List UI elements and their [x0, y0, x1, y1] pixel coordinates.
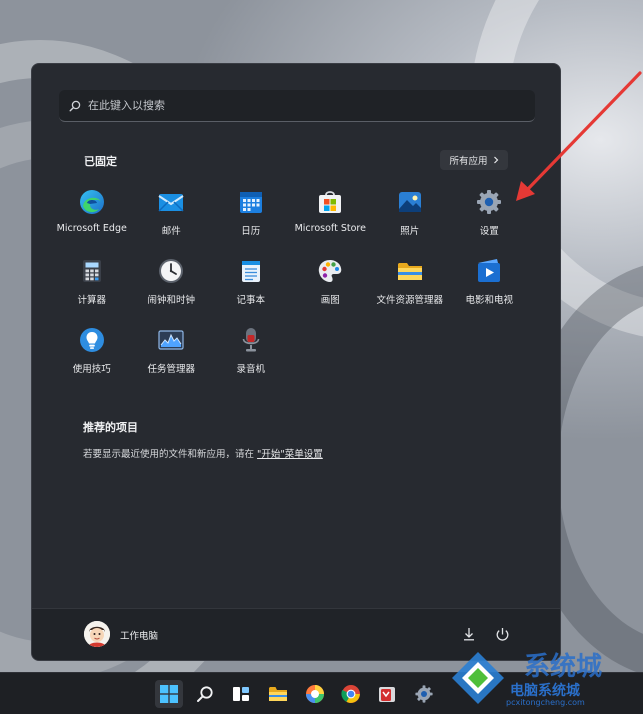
taskbar-file-explorer[interactable] [264, 680, 292, 708]
app-label: Microsoft Edge [56, 223, 127, 234]
avatar[interactable] [84, 621, 110, 647]
all-apps-button[interactable]: 所有应用 [440, 150, 508, 170]
taskbar-app-red[interactable] [373, 680, 401, 708]
search-icon [69, 100, 81, 112]
app-task-manager[interactable]: 任务管理器 [132, 322, 212, 391]
app-label: 照片 [400, 226, 420, 237]
app-label: 录音机 [236, 364, 265, 375]
start-menu: 已固定 所有应用 Microsoft Edge 邮件 [31, 63, 561, 661]
photos-icon [398, 192, 421, 212]
app-label: 计算器 [77, 295, 106, 306]
start-settings-link[interactable]: "开始"菜单设置 [257, 449, 323, 460]
mail-icon [158, 194, 184, 212]
folder-icon [269, 687, 287, 701]
task-view-icon [233, 687, 249, 701]
search-input[interactable] [88, 99, 508, 112]
paint-palette-icon [319, 260, 342, 282]
app-label: 闹钟和时钟 [147, 295, 195, 306]
watermark-main-text: 系统城 [524, 652, 603, 682]
app-file-explorer[interactable]: 文件资源管理器 [370, 253, 450, 322]
power-button[interactable] [491, 623, 513, 645]
search-icon [197, 686, 213, 702]
settings-gear-icon [477, 190, 502, 214]
app-microsoft-store[interactable]: Microsoft Store [291, 184, 371, 253]
watermark-logo-icon [452, 652, 504, 704]
calculator-icon [82, 260, 101, 282]
app-microsoft-edge[interactable]: Microsoft Edge [52, 184, 132, 253]
app-tips[interactable]: 使用技巧 [52, 322, 132, 391]
watermark: 系统城 电脑系统城 pcxitongcheng.com [448, 646, 638, 712]
search-box[interactable] [59, 90, 535, 122]
app-movies-tv[interactable]: 电影和电视 [450, 253, 530, 322]
app-calculator[interactable]: 计算器 [52, 253, 132, 322]
app-mail[interactable]: 邮件 [132, 184, 212, 253]
app-label: 使用技巧 [72, 364, 111, 375]
taskbar-app-swirl[interactable] [301, 680, 329, 708]
notepad-icon [241, 261, 260, 282]
recommended-hint: 若要显示最近使用的文件和新应用，请在 "开始"菜单设置 [83, 446, 323, 460]
recommended-title: 推荐的项目 [83, 421, 138, 434]
app-calendar[interactable]: 日历 [211, 184, 291, 253]
store-icon [319, 191, 342, 213]
app-voice-recorder[interactable]: 录音机 [211, 322, 291, 391]
settings-gear-icon [415, 685, 433, 703]
calendar-icon [239, 192, 262, 213]
chevron-right-icon [493, 156, 498, 164]
app-label: 任务管理器 [147, 364, 195, 375]
folder-icon [397, 263, 422, 280]
pinned-apps-grid: Microsoft Edge 邮件 日历 Microsoft Store 照片 … [52, 184, 552, 391]
taskbar-start-button[interactable] [155, 680, 183, 708]
taskbar-chrome[interactable] [337, 680, 365, 708]
edge-icon [79, 190, 104, 214]
taskbar-search-button[interactable] [191, 680, 219, 708]
movies-icon [478, 259, 501, 282]
watermark-sub-text: 电脑系统城 [510, 683, 580, 699]
clock-icon [159, 259, 184, 283]
app-alarms-clock[interactable]: 闹钟和时钟 [132, 253, 212, 322]
red-app-icon [379, 687, 395, 702]
colorful-app-icon [306, 685, 324, 703]
taskbar-task-view-button[interactable] [227, 680, 255, 708]
power-icon [496, 627, 508, 641]
voice-recorder-icon [242, 328, 260, 352]
app-label: 日历 [241, 226, 261, 237]
pinned-title: 已固定 [84, 155, 117, 168]
tips-lightbulb-icon [79, 328, 104, 352]
app-label: Microsoft Store [294, 223, 366, 234]
downloads-button[interactable] [458, 623, 480, 645]
app-label: 邮件 [161, 226, 181, 237]
download-icon [464, 628, 474, 641]
all-apps-label: 所有应用 [449, 156, 488, 167]
chrome-icon [341, 685, 360, 703]
app-label: 设置 [479, 226, 499, 237]
taskbar-settings[interactable] [410, 680, 438, 708]
app-paint[interactable]: 画图 [291, 253, 371, 322]
app-label: 文件资源管理器 [376, 295, 443, 306]
user-name[interactable]: 工作电脑 [120, 628, 158, 642]
app-label: 记事本 [236, 295, 265, 306]
app-notepad[interactable]: 记事本 [211, 253, 291, 322]
app-label: 画图 [320, 295, 340, 306]
app-settings[interactable]: 设置 [450, 184, 530, 253]
recommended-hint-text: 若要显示最近使用的文件和新应用，请在 [83, 449, 255, 460]
app-photos[interactable]: 照片 [370, 184, 450, 253]
windows-logo-icon [160, 685, 178, 703]
app-label: 电影和电视 [465, 295, 513, 306]
user-avatar-icon [84, 621, 110, 647]
task-manager-icon [158, 330, 184, 350]
watermark-url-text: pcxitongcheng.com [506, 698, 585, 707]
